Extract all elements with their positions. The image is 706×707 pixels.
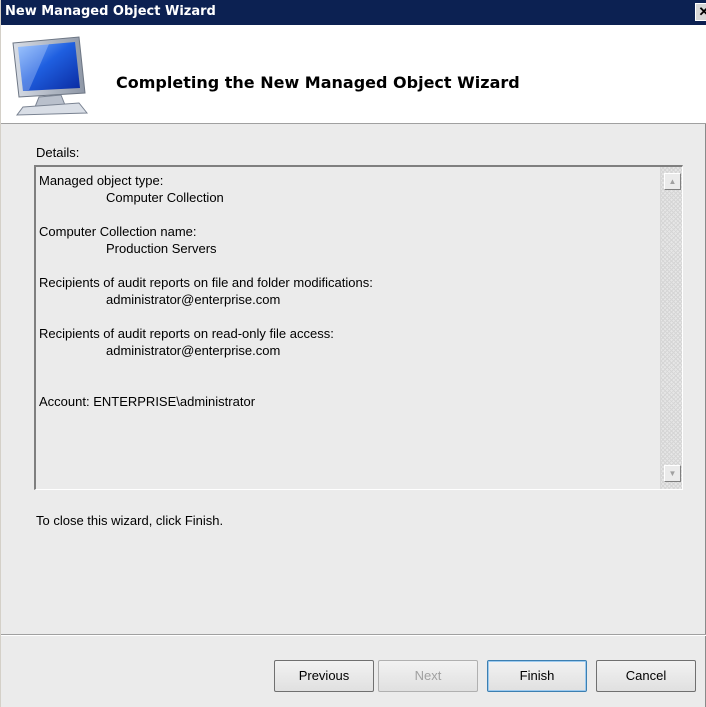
previous-button[interactable]: Previous xyxy=(274,660,374,692)
detail-label: Managed object type: xyxy=(39,173,164,188)
next-button[interactable]: Next xyxy=(378,660,478,692)
detail-block: Recipients of audit reports on read-only… xyxy=(39,325,659,359)
wizard-header: Completing the New Managed Object Wizard xyxy=(1,25,706,124)
detail-block: Computer Collection name: Production Ser… xyxy=(39,223,659,257)
monitor-icon xyxy=(12,36,89,116)
detail-value: Computer Collection xyxy=(106,190,224,205)
detail-value: administrator@enterprise.com xyxy=(106,292,281,307)
vertical-scrollbar[interactable]: ▲ ▼ xyxy=(660,167,682,489)
wizard-window: New Managed Object Wizard ✕ Completing t… xyxy=(0,0,706,707)
window-title: New Managed Object Wizard xyxy=(5,4,216,19)
detail-block: Recipients of audit reports on file and … xyxy=(39,274,659,308)
title-bar[interactable]: New Managed Object Wizard ✕ xyxy=(1,0,706,25)
account-line: Account: ENTERPRISE\administrator xyxy=(39,394,256,409)
details-textbox[interactable]: Managed object type: Computer Collection… xyxy=(34,165,683,490)
details-content: Managed object type: Computer Collection… xyxy=(36,167,659,489)
footer-divider xyxy=(1,634,706,636)
close-hint: To close this wizard, click Finish. xyxy=(36,513,224,528)
detail-label: Computer Collection name: xyxy=(39,224,197,239)
finish-button[interactable]: Finish xyxy=(487,660,587,692)
detail-block: Managed object type: Computer Collection xyxy=(39,172,659,206)
page-title: Completing the New Managed Object Wizard xyxy=(116,73,520,92)
detail-label: Recipients of audit reports on file and … xyxy=(39,275,373,290)
scroll-down-icon[interactable]: ▼ xyxy=(664,465,681,482)
scroll-up-icon[interactable]: ▲ xyxy=(664,173,681,190)
close-icon[interactable]: ✕ xyxy=(695,3,706,21)
detail-value: Production Servers xyxy=(106,241,217,256)
detail-label: Recipients of audit reports on read-only… xyxy=(39,326,334,341)
cancel-button[interactable]: Cancel xyxy=(596,660,696,692)
detail-value: administrator@enterprise.com xyxy=(106,343,281,358)
details-label: Details: xyxy=(36,145,80,160)
